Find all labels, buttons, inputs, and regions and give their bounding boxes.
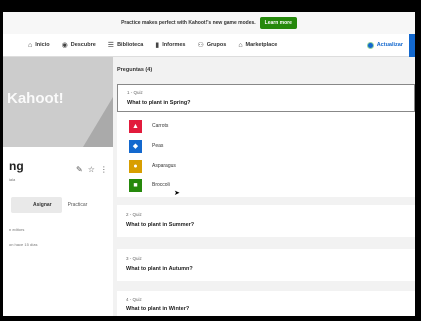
answer-text: Asparagus [152, 163, 176, 169]
learn-more-button[interactable]: Learn more [259, 17, 297, 29]
question-number: 3 - Quiz [126, 256, 142, 261]
square-icon: ■ [129, 178, 142, 192]
question-card-2[interactable]: 2 - Quiz What to plant in Summer? [117, 205, 415, 237]
list-icon: ☰ [107, 42, 115, 49]
question-number: 2 - Quiz [126, 212, 142, 217]
answer-item: ■ Broccoli [129, 178, 170, 192]
nav-item-label: Descubre [70, 42, 96, 48]
frame-bottom [0, 316, 421, 321]
question-text: What to plant in Summer? [126, 222, 195, 228]
nav-item-label: Inicio [35, 42, 50, 48]
triangle-icon: ▲ [129, 119, 142, 133]
top-nav: ⌂ Inicio ◉ Descubre ☰ Biblioteca ▮ Infor… [3, 33, 415, 57]
edited-date-text: on hace 15 días [9, 242, 38, 247]
answer-item: ▲ Carrots [129, 119, 168, 133]
answers-list: ▲ Carrots ◆ Peas ● Asparagus ■ Broccoli … [117, 112, 415, 197]
answer-text: Carrots [152, 123, 169, 129]
edit-icon[interactable]: ✎ [76, 165, 83, 174]
question-number: 4 - Quiz [126, 297, 142, 302]
answer-text: Broccoli [152, 182, 170, 188]
nav-item-inicio[interactable]: ⌂ Inicio [28, 42, 50, 49]
cover-image: Kahoot! [3, 57, 113, 147]
nav-item-marketplace[interactable]: ⌂ Marketplace [238, 42, 277, 49]
nav-item-descubre[interactable]: ◉ Descubre [62, 41, 96, 49]
editors-text: n editors [9, 227, 25, 232]
question-card-1[interactable]: 1 - Quiz What to plant in Spring? [117, 84, 415, 112]
promo-text: Practice makes perfect with Kahoot!'s ne… [121, 20, 256, 26]
frame-right [415, 0, 421, 321]
frame-top [0, 0, 421, 12]
nav-item-label: Marketplace [245, 42, 278, 48]
question-text: What to plant in Winter? [126, 306, 190, 312]
nav-item-label: Grupos [206, 42, 227, 48]
assign-row: Asignar Practicar [3, 194, 113, 216]
upgrade-label: Actualizar [376, 42, 403, 48]
bar-chart-icon: ▮ [155, 42, 160, 49]
promo-banner: Practice makes perfect with Kahoot!'s ne… [3, 12, 415, 34]
compass-icon: ◉ [61, 42, 68, 49]
upgrade-button[interactable]: Actualizar [366, 41, 403, 49]
home-icon: ⌂ [28, 41, 33, 49]
questions-header: Preguntas (4) [117, 67, 153, 73]
screen: Practice makes perfect with Kahoot!'s ne… [0, 0, 421, 321]
mouse-cursor-icon: ➤ [174, 190, 180, 197]
answer-text: Peas [152, 143, 164, 149]
question-card-3[interactable]: 3 - Quiz What to plant in Autumn? [117, 249, 415, 281]
assign-button[interactable]: Asignar [11, 197, 62, 213]
nav-item-label: Informes [162, 42, 186, 48]
store-icon: ⌂ [238, 41, 243, 49]
nav-item-biblioteca[interactable]: ☰ Biblioteca [108, 41, 144, 49]
more-icon[interactable]: ⋮ [100, 165, 108, 174]
practice-button[interactable]: Practicar [68, 202, 88, 208]
kahoot-details-panel: Kahoot! ng iala ✎ ☆ ⋮ Asignar Practicar … [3, 57, 113, 317]
diamond-icon: ◆ [129, 139, 142, 153]
question-text: What to plant in Spring? [127, 100, 191, 106]
nav-item-informes[interactable]: ▮ Informes [155, 41, 185, 49]
cover-decoration [83, 97, 113, 147]
kahoot-subtitle: iala [9, 177, 16, 182]
star-icon[interactable]: ☆ [88, 165, 95, 174]
frame-left [0, 0, 3, 321]
answer-item: ◆ Peas [129, 139, 163, 153]
question-text: What to plant in Autumn? [126, 266, 193, 272]
question-number: 1 - Quiz [127, 90, 143, 95]
questions-panel: Preguntas (4) 1 - Quiz What to plant in … [113, 57, 415, 317]
upgrade-icon [366, 41, 374, 49]
question-card-4[interactable]: 4 - Quiz What to plant in Winter? [117, 291, 415, 317]
groups-icon: ⚇ [197, 42, 204, 49]
kahoot-actions: ✎ ☆ ⋮ [76, 165, 108, 174]
cover-logo: Kahoot! [7, 90, 64, 107]
kahoot-title: ng [9, 159, 24, 173]
nav-item-label: Biblioteca [117, 42, 144, 48]
answer-item: ● Asparagus [129, 159, 176, 173]
circle-icon: ● [129, 159, 142, 173]
nav-item-grupos[interactable]: ⚇ Grupos [197, 41, 226, 49]
